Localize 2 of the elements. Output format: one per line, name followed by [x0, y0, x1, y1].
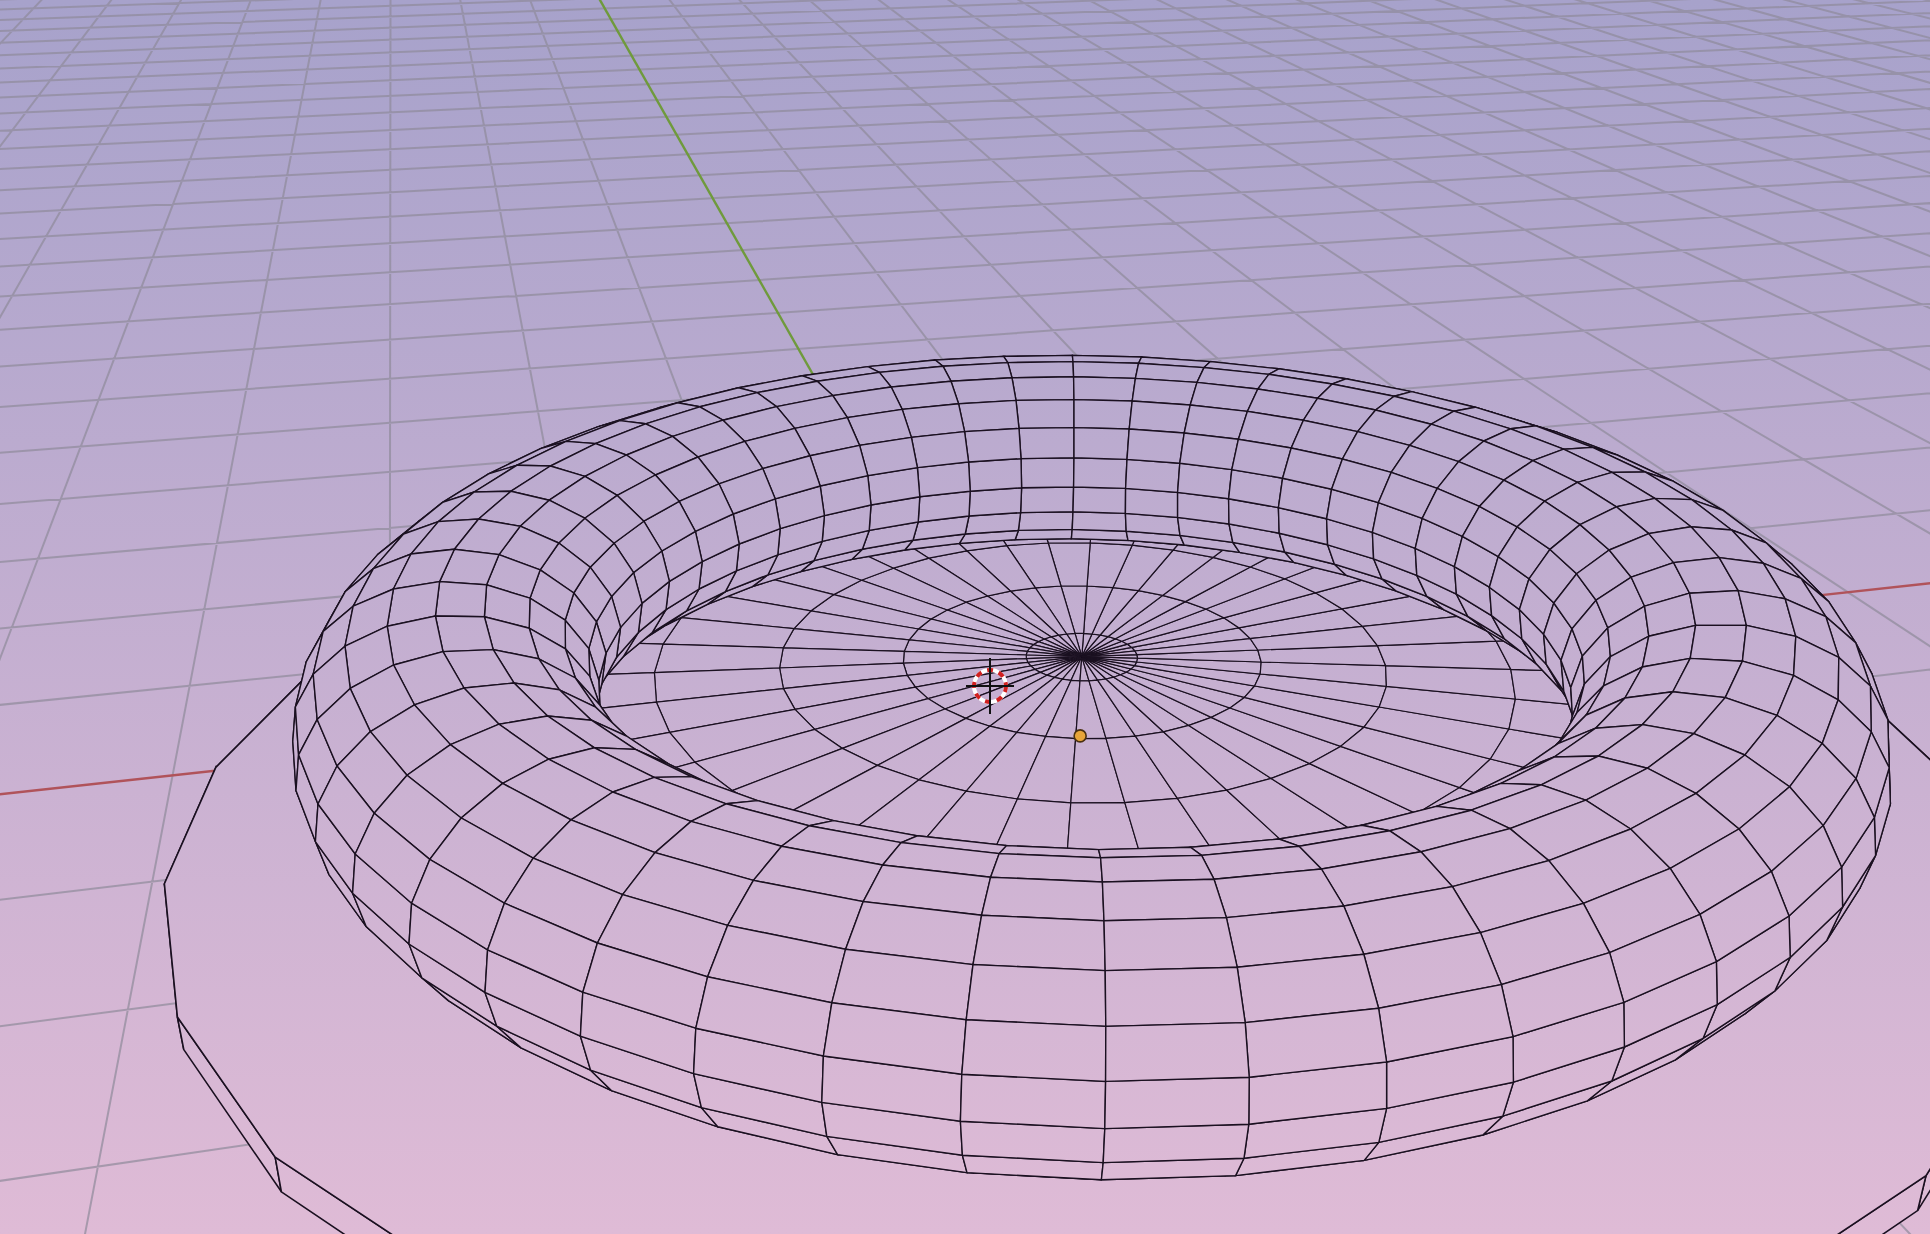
- 3d-cursor-icon: [965, 657, 1015, 715]
- origin-dot: [1073, 729, 1087, 743]
